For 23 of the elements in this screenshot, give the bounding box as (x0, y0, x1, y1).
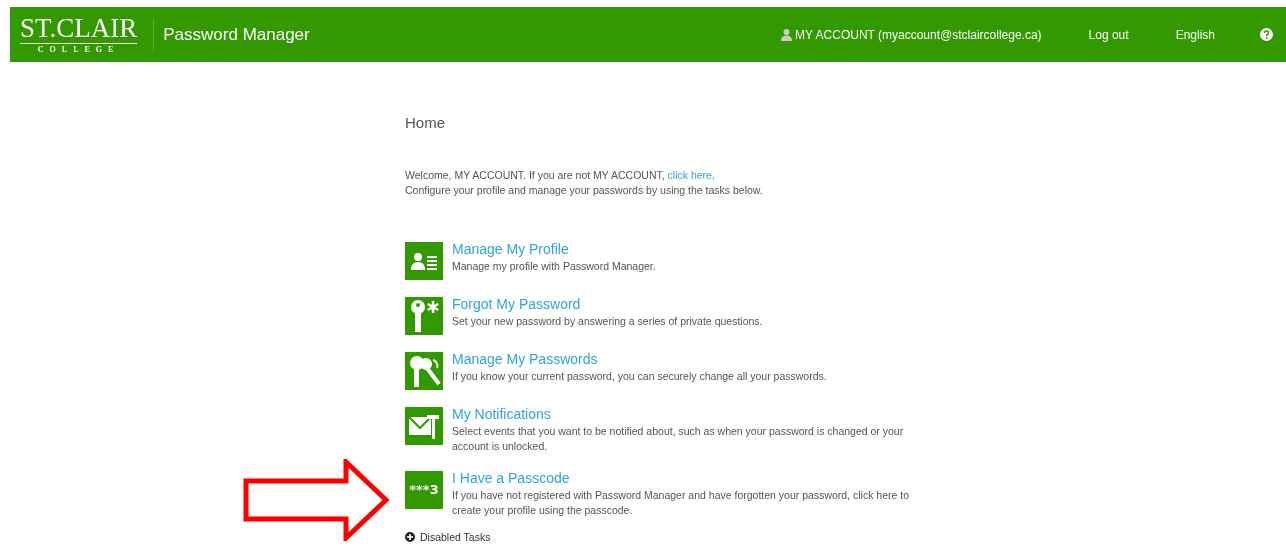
user-icon (781, 28, 793, 41)
task-link[interactable]: Forgot My Password (452, 293, 763, 314)
language-link[interactable]: English (1175, 25, 1215, 44)
app-title: Password Manager (163, 23, 310, 46)
plus-circle-icon (405, 532, 415, 543)
college-logo: ST.CLAIR COLLEGE (20, 15, 138, 54)
task-description: Manage my profile with Password Manager. (452, 258, 656, 274)
logout-link[interactable]: Log out (1088, 25, 1129, 44)
task-description: Set your new password by answering a series of private questions. (452, 313, 763, 329)
task-description: If you know your current password, you can securely change all your passwords. (452, 368, 827, 384)
click-here-link[interactable]: click here (667, 168, 712, 181)
task-link[interactable]: Manage My Passwords (452, 348, 827, 369)
task-link[interactable]: Manage My Profile (452, 238, 656, 259)
task-link[interactable]: I Have a Passcode (452, 467, 915, 488)
task-description: If you have not registered with Password Manager and have forgotten your password, click here to create your profile using the passcode. (452, 487, 910, 518)
instructions-text: Configure your profile and manage your passwords by using the tasks below. (405, 182, 764, 198)
help-icon[interactable] (1260, 28, 1273, 41)
passcode-icon: ***3 (405, 470, 443, 509)
welcome-text: Welcome, MY ACCOUNT. If you are not MY ACCOUNT, click here. (405, 167, 716, 183)
account-link[interactable]: MY ACCOUNT (myaccount@stclaircollege.ca) (781, 25, 1042, 44)
page-title: Home (405, 113, 446, 133)
task-description: Select events that you want to be notified about, such as when your password is changed or your account is unlocked. (452, 423, 905, 454)
task-link[interactable]: My Notifications (452, 403, 915, 424)
